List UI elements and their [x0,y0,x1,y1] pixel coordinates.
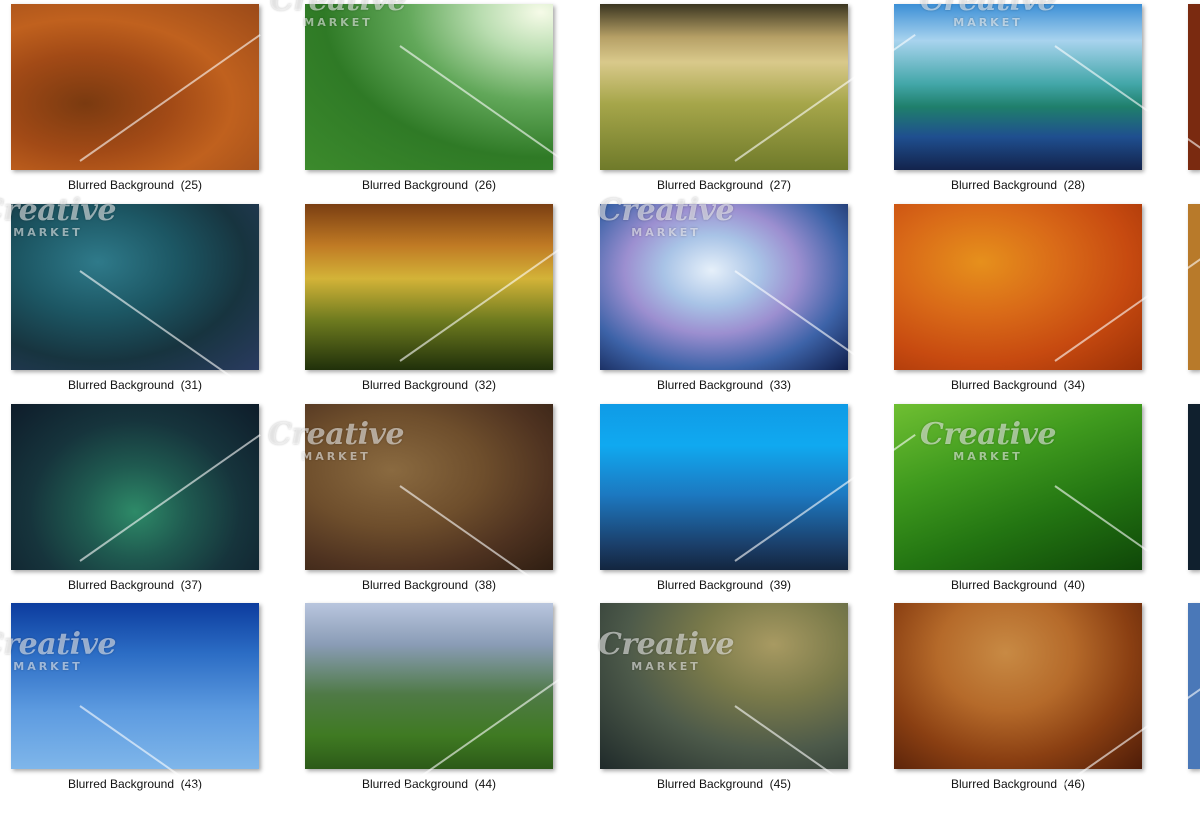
thumbnail-caption: Blurred Background (25) [67,178,203,192]
thumbnail-caption: Blurred Background (32) [361,378,497,392]
thumbnail-image[interactable] [11,4,259,170]
thumbnail-image[interactable] [600,603,848,769]
thumbnail-caption: Blurred Background (37) [67,578,203,592]
thumbnail-image[interactable] [600,4,848,170]
thumbnail-caption: Blurred Background (40) [950,578,1086,592]
thumbnail-grid: Blurred Background (25) Blurred Backgroun… [0,0,1200,833]
thumbnail-image[interactable] [894,4,1142,170]
thumbnail-image[interactable] [305,4,553,170]
thumbnail-image-partial[interactable] [1188,4,1200,170]
thumbnail-caption: Blurred Background (38) [361,578,497,592]
thumbnail-image[interactable] [600,204,848,370]
thumbnail-caption: Blurred Background (31) [67,378,203,392]
thumbnail-caption: Blurred Background (26) [361,178,497,192]
thumbnail-caption: Blurred Background (28) [950,178,1086,192]
thumbnail-image[interactable] [305,603,553,769]
thumbnail-image[interactable] [600,404,848,570]
thumbnail-image[interactable] [894,404,1142,570]
thumbnail-caption: Blurred Background (45) [656,777,792,791]
thumbnail-caption: Blurred Background (39) [656,578,792,592]
thumbnail-image[interactable] [11,603,259,769]
thumbnail-image-partial[interactable] [1188,404,1200,570]
thumbnail-image-partial[interactable] [1188,204,1200,370]
thumbnail-image[interactable] [305,404,553,570]
thumbnail-caption: Blurred Background (43) [67,777,203,791]
thumbnail-image[interactable] [11,204,259,370]
thumbnail-image[interactable] [894,603,1142,769]
thumbnail-image[interactable] [894,204,1142,370]
thumbnail-caption: Blurred Background (27) [656,178,792,192]
thumbnail-caption: Blurred Background (34) [950,378,1086,392]
thumbnail-caption: Blurred Background (44) [361,777,497,791]
thumbnail-caption: Blurred Background (46) [950,777,1086,791]
thumbnail-image[interactable] [305,204,553,370]
thumbnail-caption: Blurred Background (33) [656,378,792,392]
thumbnail-image-partial[interactable] [1188,603,1200,769]
thumbnail-image[interactable] [11,404,259,570]
